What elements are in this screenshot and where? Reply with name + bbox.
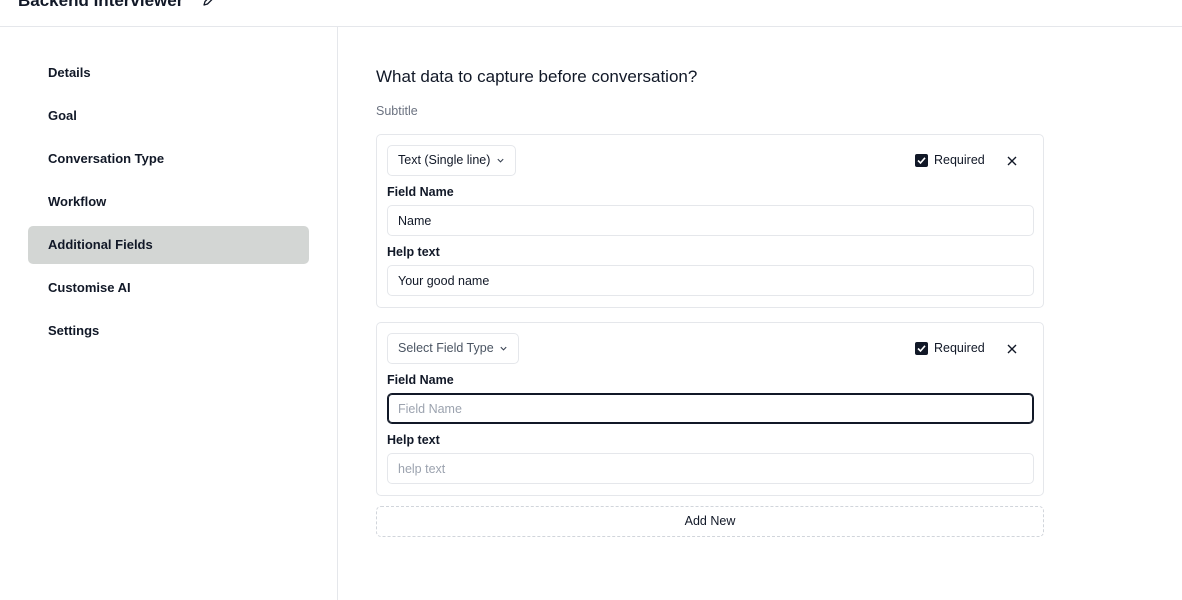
help-text-input[interactable] bbox=[387, 453, 1034, 484]
app-title: Backend Interviewer bbox=[18, 0, 184, 10]
help-text-input[interactable] bbox=[387, 265, 1034, 296]
field-name-label: Field Name bbox=[387, 185, 454, 199]
help-text-label: Help text bbox=[387, 433, 440, 447]
sidebar-item-label: Goal bbox=[48, 108, 77, 123]
field-name-input[interactable] bbox=[387, 205, 1034, 236]
chevron-down-icon bbox=[497, 158, 504, 163]
top-bar: Backend Interviewer bbox=[0, 0, 1182, 27]
sidebar-item-workflow[interactable]: Workflow bbox=[28, 183, 309, 221]
sidebar-item-label: Workflow bbox=[48, 194, 107, 209]
sidebar-item-label: Customise AI bbox=[48, 280, 131, 295]
sidebar-item-settings[interactable]: Settings bbox=[28, 312, 309, 350]
field-name-input[interactable] bbox=[387, 393, 1034, 424]
sidebar-item-conversation-type[interactable]: Conversation Type bbox=[28, 140, 309, 178]
close-icon[interactable] bbox=[1006, 155, 1018, 167]
required-label: Required bbox=[934, 341, 985, 355]
pencil-icon[interactable] bbox=[202, 0, 216, 7]
required-checkbox[interactable] bbox=[915, 154, 928, 167]
check-icon bbox=[917, 345, 926, 353]
sidebar-item-label: Additional Fields bbox=[48, 237, 153, 252]
field-type-value: Select Field Type bbox=[398, 341, 494, 355]
main-content: What data to capture before conversation… bbox=[338, 27, 1182, 600]
field-name-label: Field Name bbox=[387, 373, 454, 387]
help-text-label: Help text bbox=[387, 245, 440, 259]
sidebar-item-label: Conversation Type bbox=[48, 151, 165, 166]
page-subtitle: Subtitle bbox=[376, 104, 418, 118]
field-card: Select Field Type Required Field Name He… bbox=[376, 322, 1044, 496]
required-checkbox[interactable] bbox=[915, 342, 928, 355]
page-title: What data to capture before conversation… bbox=[376, 67, 698, 86]
sidebar: Details Goal Conversation Type Workflow … bbox=[0, 27, 338, 600]
sidebar-item-additional-fields[interactable]: Additional Fields bbox=[28, 226, 309, 264]
required-label: Required bbox=[934, 153, 985, 167]
field-type-select[interactable]: Select Field Type bbox=[387, 333, 520, 364]
sidebar-item-details[interactable]: Details bbox=[28, 54, 309, 92]
chevron-down-icon bbox=[500, 346, 507, 351]
sidebar-item-label: Details bbox=[48, 65, 91, 80]
add-new-button[interactable]: Add New bbox=[376, 506, 1044, 537]
sidebar-item-goal[interactable]: Goal bbox=[28, 97, 309, 135]
field-card: Text (Single line) Required Field Name H… bbox=[376, 134, 1044, 308]
check-icon bbox=[917, 157, 926, 165]
sidebar-item-label: Settings bbox=[48, 323, 100, 338]
close-icon[interactable] bbox=[1006, 343, 1018, 355]
sidebar-item-customise-ai[interactable]: Customise AI bbox=[28, 269, 309, 307]
field-type-value: Text (Single line) bbox=[398, 153, 491, 167]
field-type-select[interactable]: Text (Single line) bbox=[387, 145, 516, 176]
